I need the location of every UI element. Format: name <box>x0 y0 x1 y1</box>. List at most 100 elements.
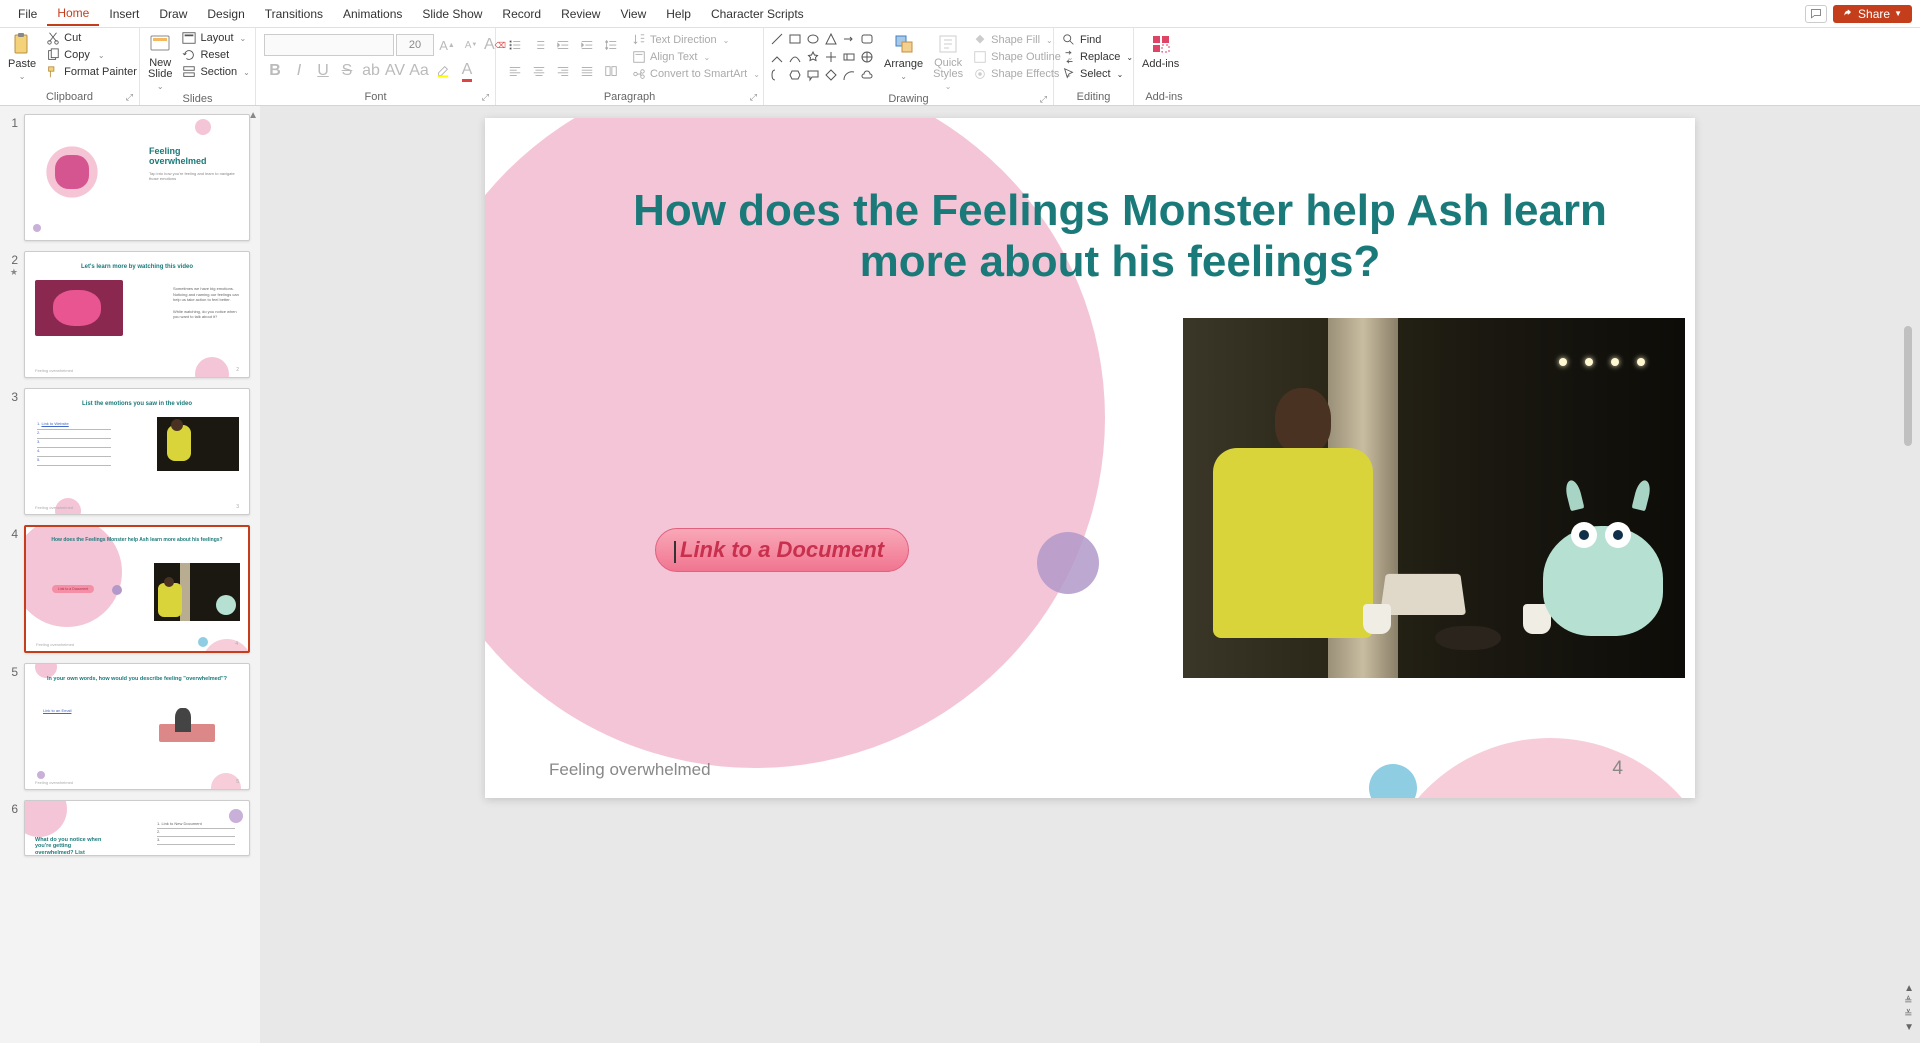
slide-image[interactable] <box>1183 318 1685 678</box>
bold-icon[interactable]: B <box>264 60 286 82</box>
shape-hexagon-icon[interactable] <box>788 68 802 82</box>
slide[interactable]: How does the Feelings Monster help Ash l… <box>485 118 1695 798</box>
align-text-button[interactable]: Align Text⌄ <box>628 49 764 65</box>
select-button[interactable]: Select⌄ <box>1058 66 1137 82</box>
tab-view[interactable]: View <box>610 3 656 25</box>
increase-font-icon[interactable]: A▲ <box>436 34 458 56</box>
tab-slideshow[interactable]: Slide Show <box>412 3 492 25</box>
shape-diamond-icon[interactable] <box>824 68 838 82</box>
text-direction-button[interactable]: Text Direction⌄ <box>628 32 764 48</box>
shape-callout-icon[interactable] <box>806 68 820 82</box>
character-spacing-icon[interactable]: AV <box>384 60 406 82</box>
underline-icon[interactable]: U <box>312 60 334 82</box>
copy-button[interactable]: Copy⌄ <box>42 47 141 63</box>
shape-cloud-icon[interactable] <box>860 68 874 82</box>
convert-smartart-button[interactable]: Convert to SmartArt⌄ <box>628 66 764 82</box>
shape-triangle-icon[interactable] <box>824 32 838 46</box>
shape-star-icon[interactable] <box>806 50 820 64</box>
replace-button[interactable]: Replace⌄ <box>1058 49 1137 65</box>
next-slide-double-icon[interactable]: ≚ <box>1904 1009 1914 1020</box>
animation-indicator-icon: ★ <box>0 267 18 278</box>
tab-record[interactable]: Record <box>492 3 551 25</box>
slide-thumb-3[interactable]: 3 List the emotions you saw in the video… <box>0 388 256 515</box>
numbering-icon[interactable] <box>528 34 550 56</box>
justify-icon[interactable] <box>576 60 598 82</box>
slide-thumb-6[interactable]: 6 What do you notice when you're getting… <box>0 800 256 856</box>
tab-draw[interactable]: Draw <box>149 3 197 25</box>
align-right-icon[interactable] <box>552 60 574 82</box>
quick-styles-button[interactable]: Quick Styles⌄ <box>929 30 967 93</box>
font-launcher-icon[interactable]: ⤢ <box>482 92 489 103</box>
tab-animations[interactable]: Animations <box>333 3 412 25</box>
ribbon: Paste ⌄ Cut Copy⌄ Format Painter Clipboa… <box>0 28 1920 106</box>
comments-button[interactable] <box>1805 5 1827 23</box>
align-left-icon[interactable] <box>504 60 526 82</box>
prev-slide-icon[interactable]: ▲ <box>1904 983 1914 994</box>
decrease-font-icon[interactable]: A▼ <box>460 34 482 56</box>
shape-brace-icon[interactable] <box>770 68 784 82</box>
paste-button[interactable]: Paste ⌄ <box>4 30 40 83</box>
next-slide-icon[interactable]: ▼ <box>1904 1022 1914 1033</box>
slide-thumb-2[interactable]: 2★ Let's learn more by watching this vid… <box>0 251 256 378</box>
columns-icon[interactable] <box>600 60 622 82</box>
align-center-icon[interactable] <box>528 60 550 82</box>
shape-arc-icon[interactable] <box>842 68 856 82</box>
slide-title[interactable]: How does the Feelings Monster help Ash l… <box>595 186 1645 287</box>
shape-connector-icon[interactable] <box>770 50 784 64</box>
tab-insert[interactable]: Insert <box>99 3 149 25</box>
tab-design[interactable]: Design <box>197 3 254 25</box>
font-color-icon[interactable]: A <box>456 60 478 82</box>
decrease-indent-icon[interactable] <box>552 34 574 56</box>
shape-arrow-icon[interactable] <box>842 32 856 46</box>
format-painter-button[interactable]: Format Painter <box>42 64 141 80</box>
addins-button[interactable]: Add-ins <box>1138 30 1183 72</box>
clipboard-launcher-icon[interactable]: ⤢ <box>126 92 133 103</box>
find-button[interactable]: Find <box>1058 32 1137 48</box>
increase-indent-icon[interactable] <box>576 34 598 56</box>
shape-line-icon[interactable] <box>770 32 784 46</box>
italic-icon[interactable]: I <box>288 60 310 82</box>
font-family-combo[interactable] <box>264 34 394 56</box>
slide-thumb-4[interactable]: 4 How does the Feelings Monster help Ash… <box>0 525 256 652</box>
reset-button[interactable]: Reset <box>178 47 253 63</box>
tab-help[interactable]: Help <box>656 3 701 25</box>
bullets-icon[interactable] <box>504 34 526 56</box>
tab-home[interactable]: Home <box>47 2 99 26</box>
shape-roundrect-icon[interactable] <box>860 32 874 46</box>
decorative-circle-pink-small <box>1375 738 1695 798</box>
shape-more1-icon[interactable] <box>824 50 838 64</box>
shape-oval-icon[interactable] <box>806 32 820 46</box>
layout-button[interactable]: Layout⌄ <box>178 30 253 46</box>
slide-thumb-5[interactable]: 5 In your own words, how would you descr… <box>0 663 256 790</box>
vertical-scrollbar[interactable] <box>1900 126 1916 983</box>
line-spacing-icon[interactable] <box>600 34 622 56</box>
font-size-combo[interactable] <box>396 34 434 56</box>
slide-canvas-area[interactable]: How does the Feelings Monster help Ash l… <box>260 106 1920 1043</box>
drawing-launcher-icon[interactable]: ⤢ <box>1040 94 1047 105</box>
section-button[interactable]: Section⌄ <box>178 64 253 80</box>
shape-curve-icon[interactable] <box>788 50 802 64</box>
tab-file[interactable]: File <box>8 3 47 25</box>
tab-review[interactable]: Review <box>551 3 610 25</box>
tab-transitions[interactable]: Transitions <box>255 3 333 25</box>
shape-more2-icon[interactable] <box>842 50 856 64</box>
decorative-circle-purple <box>1037 532 1099 594</box>
highlight-icon[interactable] <box>432 60 454 82</box>
slide-thumbnails-panel[interactable]: ▲ 1 Feeling overwhelmed Tap into how you… <box>0 106 260 1043</box>
new-slide-button[interactable]: New Slide ⌄ <box>144 30 176 93</box>
arrange-button[interactable]: Arrange⌄ <box>880 30 927 83</box>
shape-rect-icon[interactable] <box>788 32 802 46</box>
prev-slide-double-icon[interactable]: ≜ <box>1904 996 1914 1007</box>
slide-footer: Feeling overwhelmed <box>549 760 711 780</box>
strikethrough-icon[interactable]: S <box>336 60 358 82</box>
text-shadow-icon[interactable]: ab <box>360 60 382 82</box>
change-case-icon[interactable]: Aa <box>408 60 430 82</box>
cut-button[interactable]: Cut <box>42 30 141 46</box>
shape-more3-icon[interactable] <box>860 50 874 64</box>
share-button[interactable]: Share ▼ <box>1833 5 1912 23</box>
link-to-document-button[interactable]: Link to a Document <box>655 528 909 572</box>
tab-character-scripts[interactable]: Character Scripts <box>701 3 814 25</box>
slide-thumb-1[interactable]: 1 Feeling overwhelmed Tap into how you'r… <box>0 114 256 241</box>
paragraph-launcher-icon[interactable]: ⤢ <box>750 92 757 103</box>
shapes-gallery[interactable] <box>768 30 878 86</box>
